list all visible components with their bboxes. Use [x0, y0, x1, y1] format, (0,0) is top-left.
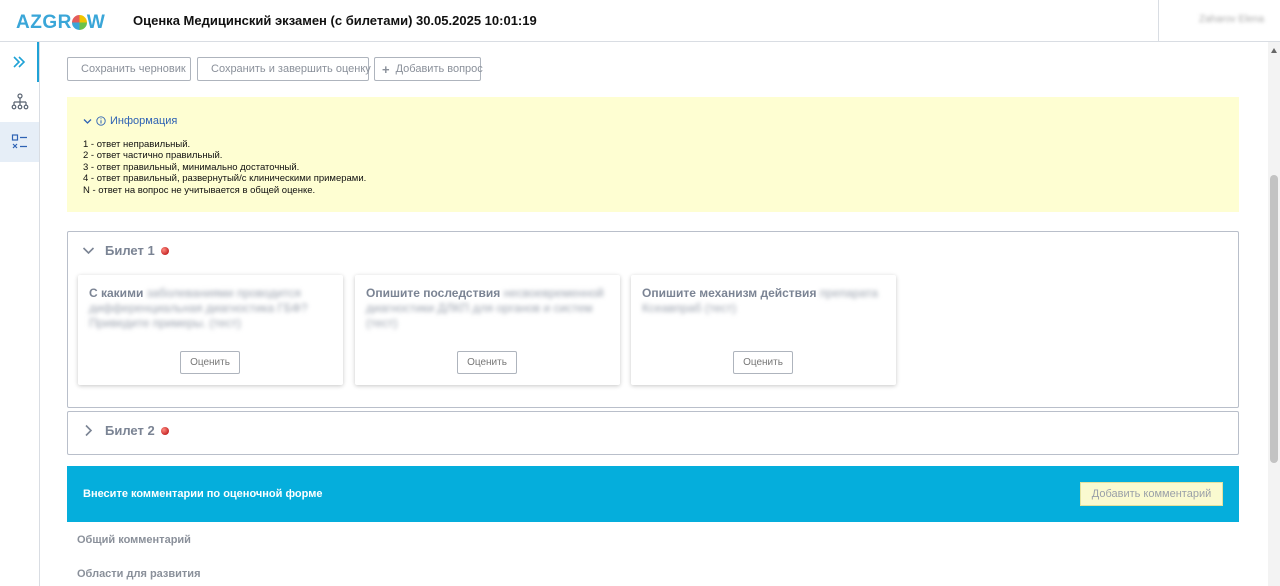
top-bar: AZGR W Оценка Медицинский экзамен (с биле… — [0, 0, 1280, 42]
question-card-3: Опишите механизм действия препарата Ксеа… — [631, 275, 896, 385]
question-lead: Опишите механизм действия — [642, 286, 817, 300]
user-name: Zaharov Elena — [1199, 14, 1265, 25]
double-chevron-right-icon — [12, 56, 25, 68]
info-header: Информация — [110, 115, 178, 127]
ticket-2-label: Билет 2 — [105, 423, 155, 438]
user-menu[interactable]: Zaharov Elena — [1158, 0, 1280, 41]
scrollbar-thumb[interactable] — [1270, 175, 1278, 463]
status-dot-icon — [160, 246, 169, 255]
question-text: С какими заболеваниями проводится диффер… — [89, 286, 329, 331]
evaluate-button[interactable]: Оценить — [180, 351, 240, 374]
save-draft-button[interactable]: Сохранить черновик — [67, 57, 191, 81]
chevron-down-icon — [82, 247, 95, 255]
status-dot-icon — [160, 426, 169, 435]
ticket-panel-2: Билет 2 — [67, 411, 1239, 455]
expand-sidebar-button[interactable] — [0, 42, 39, 82]
question-lead: С какими — [89, 286, 144, 300]
add-comment-button[interactable]: Добавить комментарий — [1080, 482, 1223, 506]
page-title: Оценка Медицинский экзамен (с билетами) … — [133, 13, 537, 28]
comments-bar: Внесите комментарии по оценочной форме Д… — [67, 466, 1239, 522]
info-line: 1 - ответ неправильный. — [83, 139, 191, 150]
evaluate-button[interactable]: Оценить — [457, 351, 517, 374]
sidebar-item-checklist[interactable] — [0, 122, 39, 162]
question-text: Опишите последствия несвоевременной диаг… — [366, 286, 606, 331]
ticket-1-header[interactable]: Билет 1 — [82, 243, 169, 258]
save-finish-label: Сохранить и завершить оценку — [211, 63, 371, 75]
plus-icon: + — [382, 61, 390, 77]
info-line: 3 - ответ правильный, минимально достато… — [83, 161, 300, 173]
app-logo[interactable]: AZGR W — [16, 12, 105, 34]
comments-title: Внесите комментарии по оценочной форме — [83, 488, 323, 500]
add-question-label: Добавить вопрос — [395, 63, 483, 75]
add-question-button[interactable]: + Добавить вопрос — [374, 57, 483, 81]
question-card-2: Опишите последствия несвоевременной диаг… — [355, 275, 620, 385]
ticket-2-header[interactable]: Билет 2 — [82, 423, 169, 438]
info-panel: Информация 1 - ответ неправильный. 2 - о… — [67, 97, 1239, 212]
question-card-1: С какими заболеваниями проводится диффер… — [78, 275, 343, 385]
development-areas-label: Области для развития — [77, 568, 201, 580]
evaluate-button[interactable]: Оценить — [733, 351, 793, 374]
logo-globe-icon — [71, 15, 87, 30]
vertical-scrollbar[interactable] — [1268, 42, 1280, 586]
info-toggle[interactable]: Информация — [83, 115, 177, 127]
info-line: N - ответ на вопрос не учитывается в общ… — [83, 184, 316, 196]
info-line: 2 - ответ частично правильный. — [83, 150, 223, 162]
checklist-icon — [11, 134, 27, 149]
save-finish-button[interactable]: Сохранить и завершить оценку — [197, 57, 371, 81]
save-draft-label: Сохранить черновик — [81, 63, 186, 75]
info-lines: 1 - ответ неправильный. 2 - ответ частич… — [83, 139, 366, 196]
ticket-panel-1: Билет 1 С какими заболеваниями проводитс… — [67, 231, 1239, 408]
chevron-down-icon — [83, 118, 92, 124]
info-icon — [96, 116, 106, 126]
ticket-1-label: Билет 1 — [105, 243, 155, 258]
question-lead: Опишите последствия — [366, 286, 501, 300]
sidebar-item-structure[interactable] — [0, 82, 39, 122]
scroll-up-arrow-icon[interactable] — [1271, 48, 1277, 53]
general-comment-label: Общий комментарий — [77, 534, 191, 546]
question-text: Опишите механизм действия препарата Ксеа… — [642, 286, 882, 316]
left-sidebar — [0, 42, 40, 586]
hierarchy-icon — [11, 93, 28, 110]
chevron-right-icon — [85, 424, 93, 437]
info-line: 4 - ответ правильный, развернутый/с клин… — [83, 173, 367, 185]
